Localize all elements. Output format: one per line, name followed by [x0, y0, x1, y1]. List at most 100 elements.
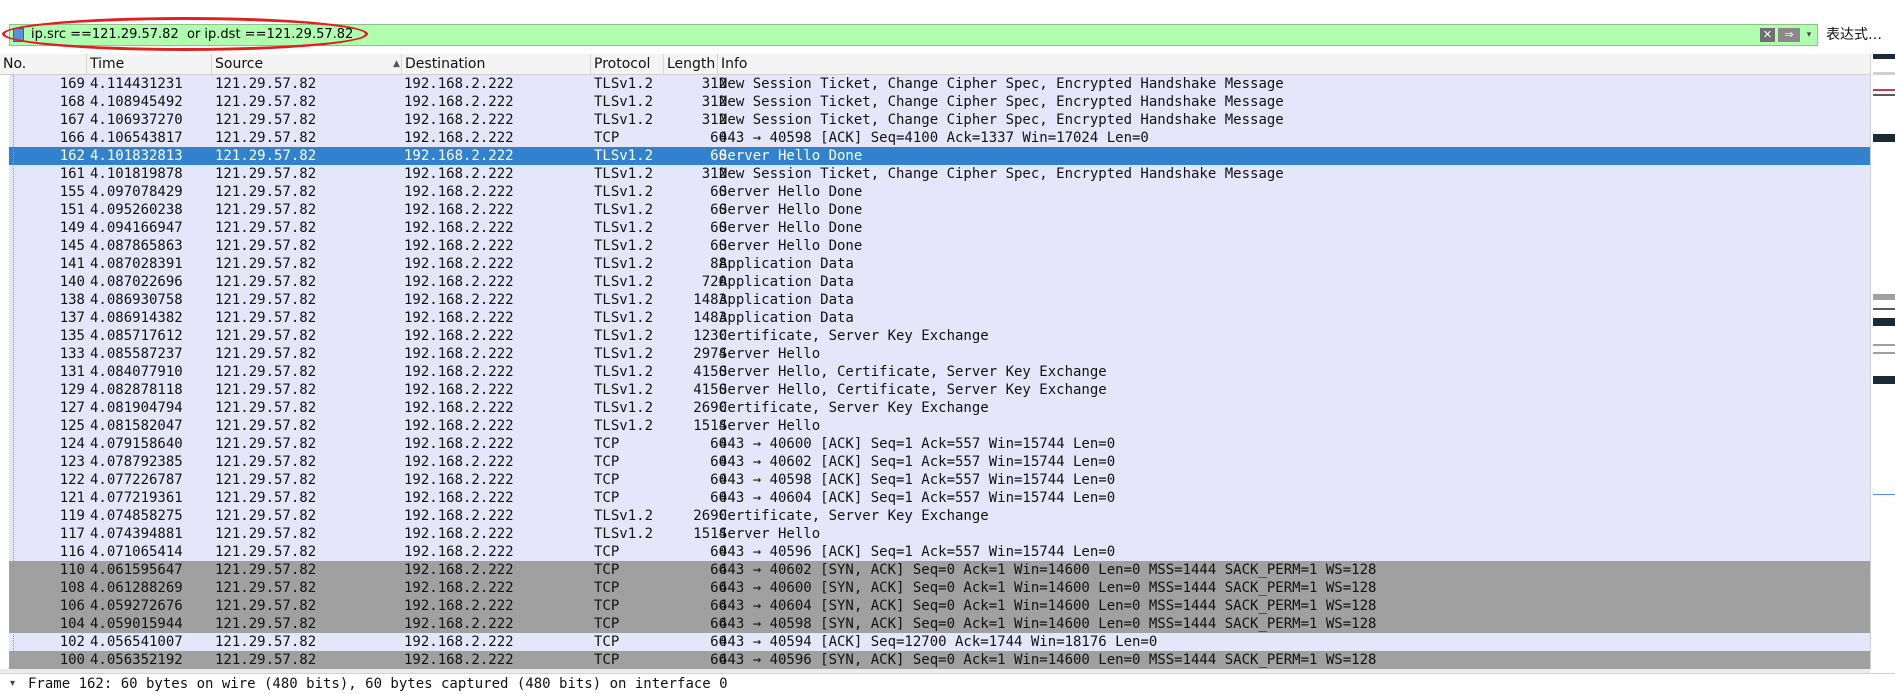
expression-button[interactable]: 表达式… — [1826, 26, 1882, 44]
packet-row[interactable]: 151 4.095260238 121.29.57.82 192.168.2.222 T… — [9, 201, 1870, 219]
packet-protocol: TCP — [594, 436, 620, 452]
packet-source: 121.29.57.82 — [215, 418, 317, 434]
packet-info: New Session Ticket, Change Cipher Spec, … — [719, 76, 1284, 92]
packet-source: 121.29.57.82 — [215, 454, 317, 470]
minimap-mark — [1873, 308, 1895, 310]
packet-time: 4.059015944 — [90, 616, 183, 632]
packet-row[interactable]: 140 4.087022696 121.29.57.82 192.168.2.222 T… — [9, 273, 1870, 291]
packet-time: 4.097078429 — [90, 184, 183, 200]
packet-row[interactable]: 108 4.061288269 121.29.57.82 192.168.2.222 T… — [9, 579, 1870, 597]
packet-minimap-scrollbar[interactable] — [1870, 54, 1895, 669]
packet-info: 443 → 40596 [SYN, ACK] Seq=0 Ack=1 Win=1… — [719, 652, 1377, 668]
packet-source: 121.29.57.82 — [215, 220, 317, 236]
packet-time: 4.061595647 — [90, 562, 183, 578]
column-header-destination[interactable]: Destination — [402, 54, 591, 74]
packet-time: 4.084077910 — [90, 364, 183, 380]
packet-source: 121.29.57.82 — [215, 472, 317, 488]
clear-filter-icon[interactable]: ✕ — [1760, 28, 1775, 42]
packet-info: Application Data — [719, 256, 854, 272]
minimap-mark — [1873, 72, 1895, 75]
packet-destination: 192.168.2.222 — [404, 652, 514, 668]
packet-row[interactable]: 106 4.059272676 121.29.57.82 192.168.2.222 T… — [9, 597, 1870, 615]
column-header-length[interactable]: Length — [664, 54, 718, 74]
packet-number: 161 — [59, 166, 85, 182]
packet-time: 4.086914382 — [90, 310, 183, 326]
packet-number: 104 — [59, 616, 85, 632]
packet-row[interactable]: 155 4.097078429 121.29.57.82 192.168.2.222 T… — [9, 183, 1870, 201]
packet-time: 4.101832813 — [90, 148, 183, 164]
packet-row[interactable]: 161 4.101819878 121.29.57.82 192.168.2.222 T… — [9, 165, 1870, 183]
minimap-mark — [1873, 344, 1895, 346]
packet-source: 121.29.57.82 — [215, 130, 317, 146]
packet-row[interactable]: 149 4.094166947 121.29.57.82 192.168.2.222 T… — [9, 219, 1870, 237]
packet-number: 121 — [59, 490, 85, 506]
packet-destination: 192.168.2.222 — [404, 580, 514, 596]
packet-row[interactable]: 145 4.087865863 121.29.57.82 192.168.2.222 T… — [9, 237, 1870, 255]
packet-destination: 192.168.2.222 — [404, 184, 514, 200]
packet-protocol: TLSv1.2 — [594, 112, 654, 128]
packet-info: Application Data — [719, 292, 854, 308]
packet-source: 121.29.57.82 — [215, 292, 317, 308]
packet-row[interactable]: 129 4.082878118 121.29.57.82 192.168.2.222 T… — [9, 381, 1870, 399]
packet-protocol: TLSv1.2 — [594, 292, 654, 308]
packet-row[interactable]: 168 4.108945492 121.29.57.82 192.168.2.222 T… — [9, 93, 1870, 111]
packet-source: 121.29.57.82 — [215, 256, 317, 272]
packet-row-selected[interactable]: 162 4.101832813 121.29.57.82 192.168.2.222 T… — [9, 147, 1870, 165]
column-header-time[interactable]: Time — [87, 54, 212, 74]
packet-row[interactable]: 110 4.061595647 121.29.57.82 192.168.2.222 T… — [9, 561, 1870, 579]
packet-source: 121.29.57.82 — [215, 526, 317, 542]
packet-row[interactable]: 121 4.077219361 121.29.57.82 192.168.2.222 T… — [9, 489, 1870, 507]
column-header-source[interactable]: Source — [212, 54, 402, 74]
packet-row[interactable]: 133 4.085587237 121.29.57.82 192.168.2.222 T… — [9, 345, 1870, 363]
packet-row[interactable]: 166 4.106543817 121.29.57.82 192.168.2.222 T… — [9, 129, 1870, 147]
packet-time: 4.059272676 — [90, 598, 183, 614]
packet-source: 121.29.57.82 — [215, 544, 317, 560]
packet-source: 121.29.57.82 — [215, 112, 317, 128]
packet-row[interactable]: 100 4.056352192 121.29.57.82 192.168.2.222 T… — [9, 651, 1870, 669]
packet-info: 443 → 40598 [SYN, ACK] Seq=0 Ack=1 Win=1… — [719, 616, 1377, 632]
minimap-mark — [1873, 376, 1895, 384]
packet-protocol: TLSv1.2 — [594, 220, 654, 236]
packet-row[interactable]: 127 4.081904794 121.29.57.82 192.168.2.222 T… — [9, 399, 1870, 417]
column-header-no[interactable]: No. — [0, 54, 87, 74]
apply-filter-icon[interactable]: ⇒ — [1778, 28, 1800, 42]
packet-destination: 192.168.2.222 — [404, 112, 514, 128]
packet-row[interactable]: 125 4.081582047 121.29.57.82 192.168.2.222 T… — [9, 417, 1870, 435]
packet-row[interactable]: 141 4.087028391 121.29.57.82 192.168.2.222 T… — [9, 255, 1870, 273]
expand-tree-icon[interactable]: ▾ — [10, 674, 15, 694]
packet-row[interactable]: 117 4.074394881 121.29.57.82 192.168.2.222 T… — [9, 525, 1870, 543]
packet-row[interactable]: 122 4.077226787 121.29.57.82 192.168.2.222 T… — [9, 471, 1870, 489]
filter-history-dropdown-icon[interactable]: ▾ — [1803, 28, 1815, 42]
minimap-mark — [1873, 134, 1895, 142]
packet-row[interactable]: 119 4.074858275 121.29.57.82 192.168.2.222 T… — [9, 507, 1870, 525]
packet-row[interactable]: 116 4.071065414 121.29.57.82 192.168.2.222 T… — [9, 543, 1870, 561]
packet-row[interactable]: 131 4.084077910 121.29.57.82 192.168.2.222 T… — [9, 363, 1870, 381]
packet-row[interactable]: 138 4.086930758 121.29.57.82 192.168.2.222 T… — [9, 291, 1870, 309]
packet-number: 106 — [59, 598, 85, 614]
packet-info: Server Hello — [719, 418, 821, 434]
packet-number: 138 — [59, 292, 85, 308]
column-header-protocol[interactable]: Protocol — [591, 54, 664, 74]
column-header-info[interactable]: Info — [718, 54, 1870, 74]
frame-summary-line[interactable]: Frame 162: 60 bytes on wire (480 bits), … — [28, 674, 728, 694]
packet-number: 123 — [59, 454, 85, 470]
packet-source: 121.29.57.82 — [215, 148, 317, 164]
packet-number: 166 — [59, 130, 85, 146]
packet-destination: 192.168.2.222 — [404, 292, 514, 308]
packet-source: 121.29.57.82 — [215, 580, 317, 596]
packet-row[interactable]: 167 4.106937270 121.29.57.82 192.168.2.222 T… — [9, 111, 1870, 129]
packet-row[interactable]: 123 4.078792385 121.29.57.82 192.168.2.222 T… — [9, 453, 1870, 471]
packet-number: 140 — [59, 274, 85, 290]
packet-time: 4.108945492 — [90, 94, 183, 110]
packet-row[interactable]: 169 4.114431231 121.29.57.82 192.168.2.222 T… — [9, 75, 1870, 93]
packet-row[interactable]: 102 4.056541007 121.29.57.82 192.168.2.222 T… — [9, 633, 1870, 651]
packet-row[interactable]: 104 4.059015944 121.29.57.82 192.168.2.222 T… — [9, 615, 1870, 633]
packet-info: Server Hello, Certificate, Server Key Ex… — [719, 364, 1107, 380]
packet-row[interactable]: 137 4.086914382 121.29.57.82 192.168.2.222 T… — [9, 309, 1870, 327]
packet-info: Server Hello — [719, 346, 821, 362]
packet-row[interactable]: 124 4.079158640 121.29.57.82 192.168.2.222 T… — [9, 435, 1870, 453]
packet-info: Application Data — [719, 274, 854, 290]
packet-protocol: TCP — [594, 544, 620, 560]
packet-row[interactable]: 135 4.085717612 121.29.57.82 192.168.2.222 T… — [9, 327, 1870, 345]
packet-list[interactable]: 169 4.114431231 121.29.57.82 192.168.2.222 T… — [9, 75, 1870, 669]
